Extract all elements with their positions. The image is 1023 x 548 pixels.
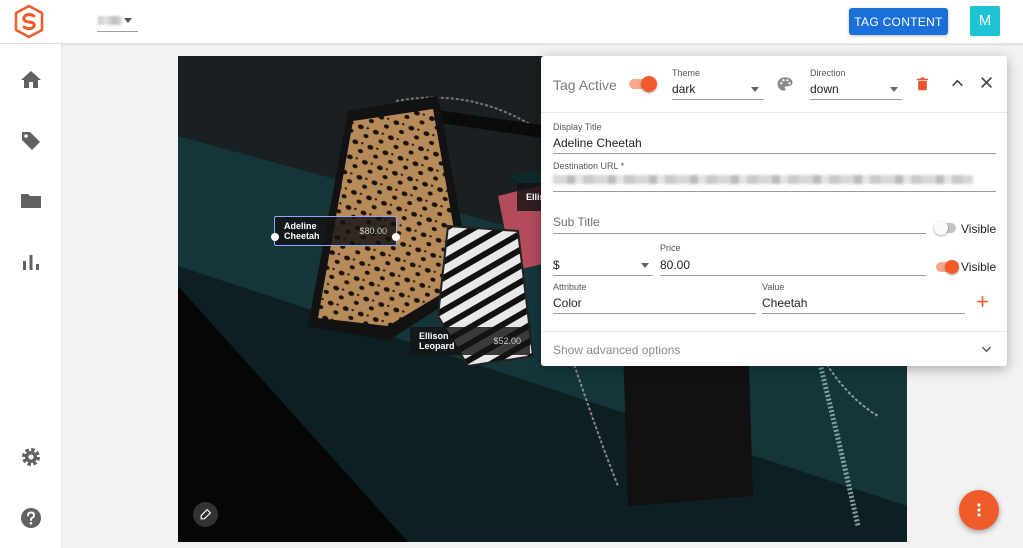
panel-divider <box>541 112 1007 113</box>
tag-edit-panel: Tag Active Theme dark Direction down Dis… <box>541 56 1007 366</box>
toggle-thumb <box>641 76 657 92</box>
avatar[interactable]: M <box>970 6 1000 36</box>
attribute-label: Attribute <box>553 282 587 292</box>
price-label: Price <box>660 243 681 253</box>
help-icon[interactable] <box>19 506 43 530</box>
tag-title: Ellison Leopard <box>419 331 455 351</box>
display-title-underline <box>553 153 996 154</box>
chevron-down-icon[interactable] <box>981 345 992 353</box>
palette-icon[interactable] <box>776 75 794 93</box>
subtitle-underline <box>553 233 926 234</box>
product-tag-ellison-leopard[interactable]: Ellison Leopard $52.00 <box>410 327 530 355</box>
bar-chart-icon[interactable] <box>19 250 43 274</box>
price-input[interactable]: 80.00 <box>660 258 690 272</box>
attribute-input[interactable]: Color <box>553 296 582 310</box>
tag-active-label: Tag Active <box>553 77 617 93</box>
tag-price: $52.00 <box>493 336 521 346</box>
panel-divider <box>541 331 1007 332</box>
subtitle-visible-toggle[interactable] <box>934 220 962 236</box>
tag-resize-handle-left[interactable] <box>271 233 279 241</box>
add-attribute-icon[interactable] <box>976 295 989 308</box>
tag-active-toggle[interactable] <box>629 76 657 92</box>
home-icon[interactable] <box>19 68 43 92</box>
subtitle-input[interactable]: Sub Title <box>553 215 600 229</box>
chevron-down-icon[interactable] <box>751 87 759 92</box>
close-icon[interactable] <box>980 76 993 89</box>
show-advanced-options[interactable]: Show advanced options <box>553 343 680 357</box>
currency-underline <box>553 275 653 276</box>
price-visible-label: Visible <box>961 260 997 274</box>
eraser-icon <box>200 509 211 520</box>
top-bar: TAG CONTENT M <box>0 0 1023 44</box>
delete-icon[interactable] <box>915 76 930 92</box>
theme-select-value[interactable]: dark <box>672 82 695 96</box>
chevron-down-icon[interactable] <box>641 263 649 268</box>
chevron-down-icon[interactable] <box>890 87 898 92</box>
value-underline <box>762 313 965 314</box>
value-label: Value <box>762 282 785 292</box>
toggle-thumb <box>934 221 948 235</box>
edit-image-button[interactable] <box>193 502 218 527</box>
destination-url-label: Destination URL * <box>553 161 625 171</box>
gear-icon[interactable] <box>19 445 43 469</box>
chevron-down-icon <box>124 18 132 23</box>
sidebar <box>0 44 62 548</box>
tag-icon[interactable] <box>19 129 43 153</box>
tag-resize-handle-right[interactable] <box>392 233 400 241</box>
destination-url-underline <box>553 191 996 192</box>
attribute-underline <box>553 313 756 314</box>
tag-title: Adeline Cheetah <box>284 221 320 241</box>
currency-select-value[interactable]: $ <box>553 258 560 272</box>
display-title-label: Display Title <box>553 122 602 132</box>
value-input[interactable]: Cheetah <box>762 296 807 310</box>
chevron-up-icon[interactable] <box>951 78 964 88</box>
theme-label: Theme <box>672 68 701 78</box>
direction-label: Direction <box>810 68 846 78</box>
price-underline <box>660 275 926 276</box>
direction-underline <box>810 99 902 100</box>
destination-url-input[interactable] <box>553 175 973 184</box>
tag-price: $80.00 <box>359 226 387 236</box>
toggle-thumb <box>945 260 959 274</box>
tag-content-button[interactable]: TAG CONTENT <box>849 8 948 35</box>
workspace-selector[interactable] <box>97 12 138 32</box>
product-tag-adeline-cheetah[interactable]: Adeline Cheetah $80.00 <box>274 216 397 246</box>
workspace-name-blurred <box>98 16 122 25</box>
price-visible-toggle[interactable] <box>936 259 964 275</box>
more-actions-button[interactable] <box>959 490 999 530</box>
subtitle-visible-label: Visible <box>961 222 997 236</box>
more-vertical-icon <box>977 503 981 517</box>
app-logo-icon[interactable] <box>14 5 44 38</box>
folder-icon[interactable] <box>19 189 43 213</box>
display-title-input[interactable]: Adeline Cheetah <box>553 136 642 150</box>
direction-select-value[interactable]: down <box>810 82 839 96</box>
theme-underline <box>672 99 764 100</box>
